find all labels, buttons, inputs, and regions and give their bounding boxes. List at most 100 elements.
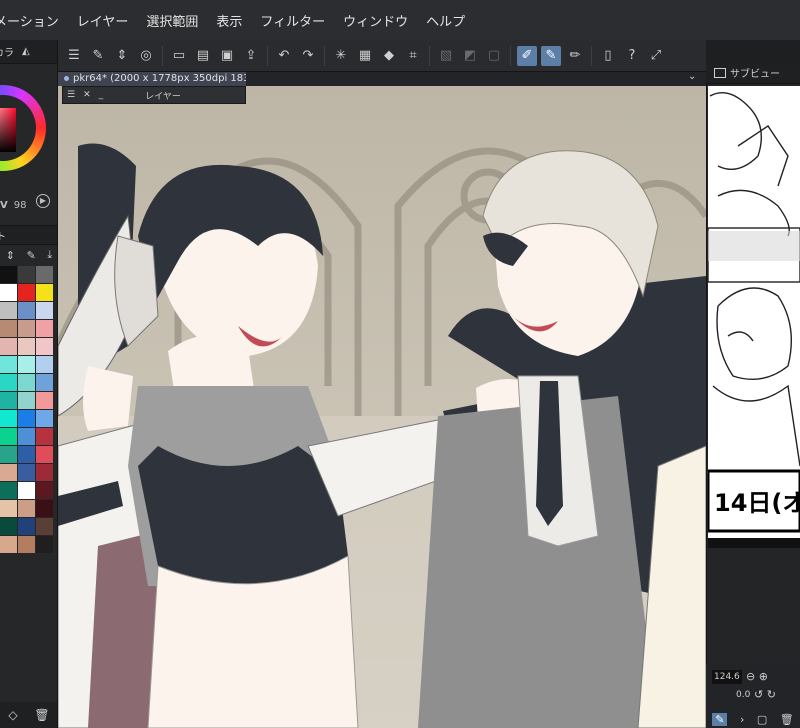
color-swatch[interactable] bbox=[18, 356, 35, 373]
fit-icon[interactable]: ▢ bbox=[757, 713, 767, 726]
new-canvas-icon[interactable]: ▭ bbox=[169, 46, 189, 66]
zoom-in-icon[interactable]: ⊕ bbox=[759, 670, 768, 683]
subview-tab[interactable]: サブビュー bbox=[730, 65, 780, 80]
menu-icon[interactable]: ☰ bbox=[64, 46, 84, 66]
color-swatch[interactable] bbox=[0, 392, 17, 409]
menu-item-0[interactable]: メーション bbox=[0, 11, 68, 30]
panel-menu-icon[interactable]: ☰ bbox=[67, 90, 75, 100]
minimize-icon[interactable]: _ bbox=[99, 90, 104, 100]
color-swatch[interactable] bbox=[36, 356, 53, 373]
menu-item-2[interactable]: 選択範囲 bbox=[137, 11, 207, 30]
clear-icon[interactable]: ▦ bbox=[355, 46, 375, 66]
color-swatch[interactable] bbox=[18, 446, 35, 463]
color-swatch[interactable] bbox=[18, 374, 35, 391]
color-swatch[interactable] bbox=[0, 428, 17, 445]
color-swatch[interactable] bbox=[0, 482, 17, 499]
color-swatch[interactable] bbox=[36, 266, 53, 283]
menu-item-6[interactable]: ヘルプ bbox=[417, 11, 474, 30]
menu-item-4[interactable]: フィルター bbox=[251, 11, 334, 30]
palette-stepper-icon[interactable]: ⇕ bbox=[6, 249, 15, 262]
stepper-icon[interactable]: ⇕ bbox=[112, 46, 132, 66]
color-swatch[interactable] bbox=[0, 464, 17, 481]
undo-icon[interactable]: ↶ bbox=[274, 46, 294, 66]
color-swatch[interactable] bbox=[0, 446, 17, 463]
wrench-icon[interactable]: ✎ bbox=[27, 249, 36, 262]
ruler-pen-icon[interactable]: ✏ bbox=[565, 46, 585, 66]
help-icon[interactable]: ? bbox=[622, 46, 642, 66]
zoom-value[interactable]: 124.6 bbox=[712, 670, 742, 684]
color-swatch[interactable] bbox=[0, 500, 17, 517]
menu-item-3[interactable]: 表示 bbox=[207, 11, 251, 30]
color-swatch[interactable] bbox=[0, 338, 17, 355]
resize-icon[interactable]: ⤢ bbox=[646, 46, 666, 66]
color-swatch[interactable] bbox=[0, 284, 17, 301]
transform-icon[interactable]: ⌗ bbox=[403, 46, 423, 66]
fill-icon[interactable]: ◆ bbox=[379, 46, 399, 66]
rotation-value[interactable]: 0.0 bbox=[736, 690, 750, 700]
document-tab[interactable]: pkr64* (2000 x 1778px 350dpi 183.3%) bbox=[58, 72, 246, 86]
color-swatch[interactable] bbox=[36, 464, 53, 481]
color-swatch[interactable] bbox=[0, 536, 17, 553]
color-swatch[interactable] bbox=[36, 500, 53, 517]
color-swatch[interactable] bbox=[18, 302, 35, 319]
color-swatch[interactable] bbox=[0, 302, 17, 319]
color-swatch[interactable] bbox=[36, 392, 53, 409]
color-swatch[interactable] bbox=[18, 500, 35, 517]
color-swatch[interactable] bbox=[18, 392, 35, 409]
subview-image[interactable]: 14日(オ bbox=[708, 86, 800, 548]
color-swatch[interactable] bbox=[36, 320, 53, 337]
color-swatch[interactable] bbox=[0, 266, 17, 283]
device-icon[interactable]: ▯ bbox=[598, 46, 618, 66]
trash-icon[interactable]: 🗑 bbox=[34, 708, 49, 722]
color-swatch[interactable] bbox=[18, 536, 35, 553]
color-swatch[interactable] bbox=[0, 410, 17, 427]
grid-frame-icon[interactable]: ▢ bbox=[484, 46, 504, 66]
loading-icon[interactable]: ✳ bbox=[331, 46, 351, 66]
rotate-right-icon[interactable]: ↻ bbox=[767, 688, 776, 701]
color-swatch[interactable] bbox=[18, 464, 35, 481]
save-icon[interactable]: ▣ bbox=[217, 46, 237, 66]
color-swatch[interactable] bbox=[36, 518, 53, 535]
palette-tab[interactable]: ト bbox=[0, 228, 6, 243]
drawing-canvas[interactable] bbox=[58, 86, 706, 728]
color-panel-tab[interactable]: カラ bbox=[0, 44, 14, 59]
export-icon[interactable]: ⇪ bbox=[241, 46, 261, 66]
color-swatch[interactable] bbox=[0, 518, 17, 535]
layer-folder-icon[interactable]: ◇ bbox=[8, 708, 17, 722]
color-set-icon[interactable]: ◭ bbox=[22, 46, 30, 57]
color-swatch[interactable] bbox=[0, 374, 17, 391]
color-swatch[interactable] bbox=[18, 338, 35, 355]
color-swatch[interactable] bbox=[18, 428, 35, 445]
next-icon[interactable]: › bbox=[740, 713, 744, 726]
color-swatch[interactable] bbox=[36, 374, 53, 391]
color-swatch[interactable] bbox=[18, 482, 35, 499]
grid-off-icon[interactable]: ▧ bbox=[436, 46, 456, 66]
grid-half-icon[interactable]: ◩ bbox=[460, 46, 480, 66]
delete-icon[interactable]: 🗑 bbox=[780, 713, 794, 726]
eyedropper-icon[interactable]: ✎ bbox=[712, 712, 728, 726]
color-target-icon[interactable]: ▶ bbox=[36, 194, 50, 208]
menu-item-1[interactable]: レイヤー bbox=[68, 11, 138, 30]
open-icon[interactable]: ▤ bbox=[193, 46, 213, 66]
color-swatch[interactable] bbox=[36, 536, 53, 553]
color-swatch[interactable] bbox=[18, 410, 35, 427]
color-swatch[interactable] bbox=[18, 266, 35, 283]
color-swatch[interactable] bbox=[36, 338, 53, 355]
color-swatch[interactable] bbox=[36, 284, 53, 301]
color-swatch[interactable] bbox=[18, 284, 35, 301]
brush-active-icon[interactable]: ✎ bbox=[541, 45, 561, 66]
color-swatch[interactable] bbox=[18, 320, 35, 337]
color-swatch[interactable] bbox=[0, 356, 17, 373]
saturation-value-square[interactable] bbox=[0, 108, 16, 152]
rotate-left-icon[interactable]: ↺ bbox=[754, 688, 763, 701]
new-file-icon[interactable]: ✎ bbox=[88, 46, 108, 66]
color-swatch[interactable] bbox=[36, 428, 53, 445]
redo-icon[interactable]: ↷ bbox=[298, 46, 318, 66]
color-swatch[interactable] bbox=[36, 446, 53, 463]
chevron-down-icon[interactable]: ⌄ bbox=[688, 71, 696, 82]
spiral-icon[interactable]: ◎ bbox=[136, 46, 156, 66]
zoom-out-icon[interactable]: ⊖ bbox=[746, 670, 755, 683]
color-swatch[interactable] bbox=[36, 302, 53, 319]
color-swatch[interactable] bbox=[18, 518, 35, 535]
close-icon[interactable]: ✕ bbox=[83, 90, 91, 100]
